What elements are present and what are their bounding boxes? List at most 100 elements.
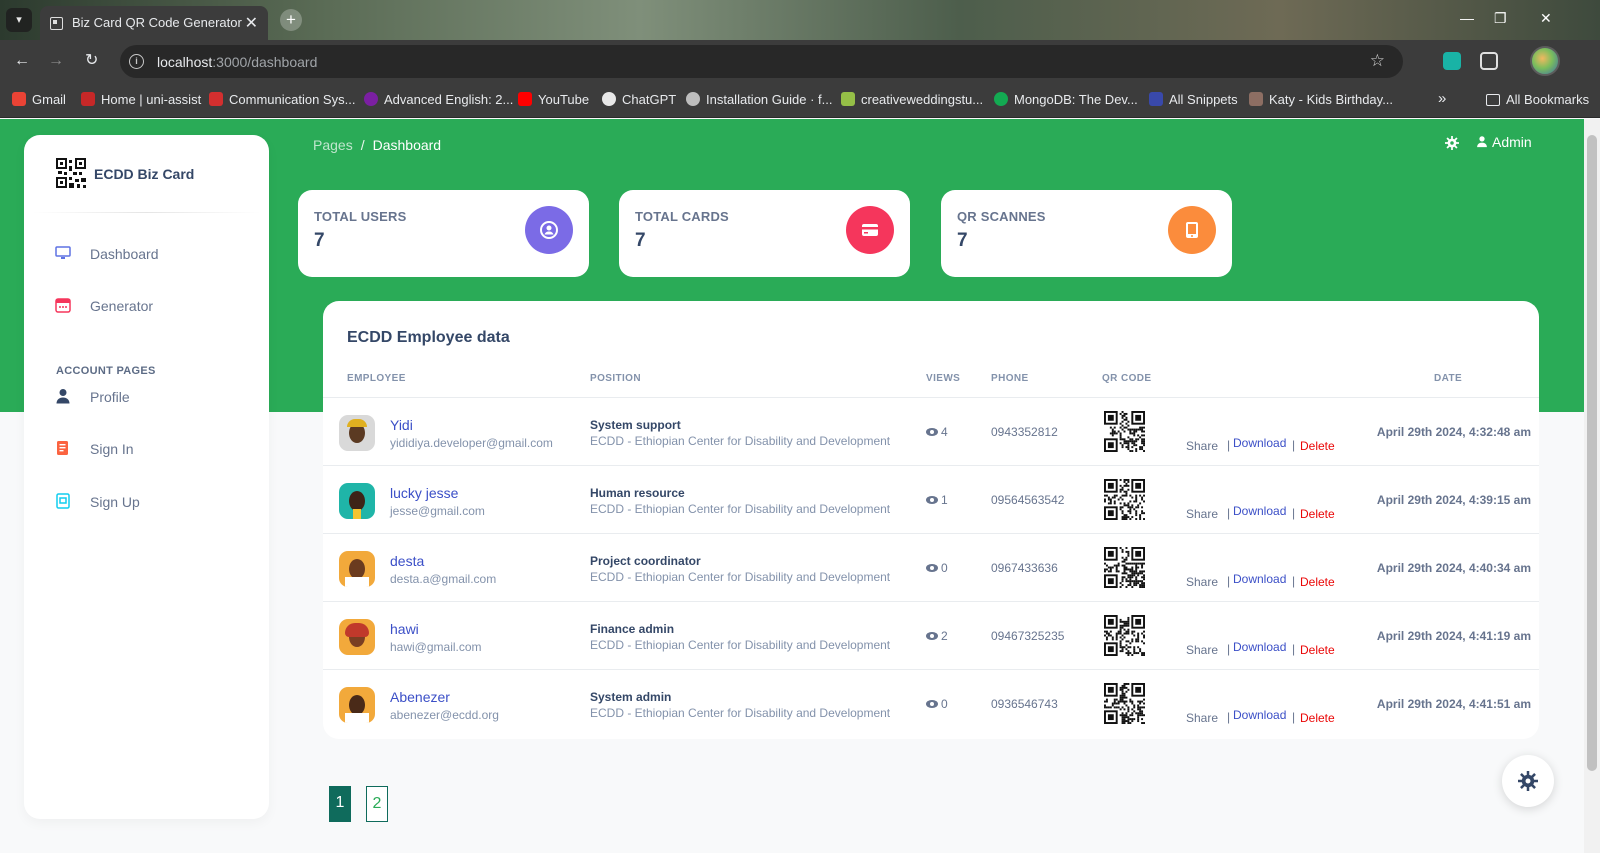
bookmark-label: Gmail	[32, 92, 66, 107]
column-header: DATE	[1434, 373, 1463, 384]
bookmark-item[interactable]: Installation Guide · f...	[686, 92, 832, 107]
download-button[interactable]: Download	[1233, 436, 1286, 450]
delete-button[interactable]: Delete	[1300, 711, 1335, 725]
download-button[interactable]: Download	[1233, 708, 1286, 722]
employee-email: yididiya.developer@gmail.com	[390, 436, 553, 450]
column-header: VIEWS	[926, 373, 961, 384]
bookmark-item[interactable]: Advanced English: 2...	[364, 92, 513, 107]
tab-search-button[interactable]: ▾	[6, 8, 32, 32]
credit-card-icon	[846, 206, 894, 254]
bookmark-star-icon[interactable]: ☆	[1370, 51, 1385, 71]
employee-name-link[interactable]: hawi	[390, 621, 419, 637]
url-path: :3000/dashboard	[212, 54, 318, 70]
page-scrollbar[interactable]	[1584, 119, 1600, 853]
url-text[interactable]: localhost:3000/dashboard	[157, 54, 317, 70]
pagination-page-1[interactable]: 1	[329, 786, 351, 822]
download-button[interactable]: Download	[1233, 572, 1286, 586]
reload-icon[interactable]: ↻	[85, 52, 98, 70]
app-viewport: ECDD Biz Card Dashboard Generator ACCOUN…	[0, 119, 1600, 853]
uni-assist-icon	[81, 92, 95, 106]
delete-button[interactable]: Delete	[1300, 439, 1335, 453]
delete-button[interactable]: Delete	[1300, 575, 1335, 589]
sidebar-item-generator[interactable]: Generator	[24, 286, 269, 326]
extension-icon[interactable]	[1443, 52, 1461, 70]
avatar	[339, 483, 375, 519]
column-header: EMPLOYEE	[347, 373, 406, 384]
restore-icon[interactable]: ❐	[1494, 10, 1507, 27]
bookmark-item[interactable]: Home | uni-assist	[81, 92, 201, 107]
share-button[interactable]: Share	[1186, 711, 1218, 725]
address-bar[interactable]: i localhost:3000/dashboard ☆	[120, 45, 1403, 78]
extensions-puzzle-icon[interactable]	[1480, 52, 1498, 70]
employee-name-link[interactable]: Yidi	[390, 417, 413, 433]
back-arrow-icon[interactable]: ←	[14, 52, 30, 70]
position-org: ECDD - Ethiopian Center for Disability a…	[590, 502, 891, 516]
eye-icon	[926, 564, 938, 572]
delete-button[interactable]: Delete	[1300, 643, 1335, 657]
employee-name-link[interactable]: Abenezer	[390, 689, 450, 705]
views-value: 2	[941, 629, 948, 643]
phone-number: 09564563542	[991, 493, 1065, 507]
profile-avatar[interactable]	[1530, 46, 1560, 76]
employee-name-link[interactable]: desta	[390, 553, 424, 569]
share-button[interactable]: Share	[1186, 643, 1218, 657]
row-actions: Share | Download | Delete	[1172, 534, 1356, 602]
action-separator: |	[1227, 438, 1231, 452]
bookmark-item[interactable]: YouTube	[518, 92, 589, 107]
share-button[interactable]: Share	[1186, 575, 1218, 589]
scrollbar-thumb[interactable]	[1587, 135, 1597, 771]
site-info-icon[interactable]: i	[129, 54, 144, 69]
tab-title: Biz Card QR Code Generator	[72, 15, 242, 30]
admin-user-menu[interactable]: Admin	[1476, 134, 1532, 150]
window-close-icon[interactable]: ✕	[1540, 10, 1552, 27]
bookmark-item[interactable]: creativeweddingstu...	[841, 92, 983, 107]
all-bookmarks-folder[interactable]: All Bookmarks	[1486, 92, 1589, 107]
breadcrumb-separator: /	[360, 137, 365, 153]
sidebar-item-sign-up[interactable]: Sign Up	[24, 482, 269, 522]
breadcrumb-pages-link[interactable]: Pages	[313, 137, 353, 153]
tablet-icon	[1168, 206, 1216, 254]
floating-settings-button[interactable]	[1502, 755, 1554, 807]
stat-value: 7	[314, 230, 325, 251]
pagination-page-2[interactable]: 2	[366, 786, 388, 822]
minimize-icon[interactable]: —	[1460, 10, 1474, 26]
sidebar-item-profile[interactable]: Profile	[24, 377, 269, 417]
download-button[interactable]: Download	[1233, 640, 1286, 654]
bookmark-item[interactable]: MongoDB: The Dev...	[994, 92, 1138, 107]
sidebar-item-label: Profile	[90, 389, 130, 405]
more-bookmarks-icon[interactable]: »	[1438, 90, 1446, 107]
communication-icon	[209, 92, 223, 106]
user-circle-icon	[525, 206, 573, 254]
qr-code-image	[1104, 547, 1145, 588]
share-button[interactable]: Share	[1186, 507, 1218, 521]
position-title: Project coordinator	[590, 554, 701, 568]
delete-button[interactable]: Delete	[1300, 507, 1335, 521]
position-org: ECDD - Ethiopian Center for Disability a…	[590, 706, 891, 720]
forward-arrow-icon[interactable]: →	[48, 52, 64, 70]
employee-name-link[interactable]: lucky jesse	[390, 485, 458, 501]
gmail-icon	[12, 92, 26, 106]
sidebar-item-sign-in[interactable]: Sign In	[24, 429, 269, 469]
settings-gear-icon[interactable]	[1445, 136, 1459, 150]
bookmark-item[interactable]: Gmail	[12, 92, 66, 107]
sidebar-item-dashboard[interactable]: Dashboard	[24, 234, 269, 274]
qr-logo-icon	[56, 158, 86, 188]
share-button[interactable]: Share	[1186, 439, 1218, 453]
employee-email: hawi@gmail.com	[390, 640, 482, 654]
bookmark-item[interactable]: ChatGPT	[602, 92, 676, 107]
tab-close-icon[interactable]: ✕	[245, 13, 258, 33]
sidebar: ECDD Biz Card Dashboard Generator ACCOUN…	[24, 135, 269, 819]
user-icon	[56, 389, 70, 404]
bookmark-item[interactable]: Katy - Kids Birthday...	[1249, 92, 1393, 107]
bookmark-item[interactable]: All Snippets	[1149, 92, 1238, 107]
views-value: 4	[941, 425, 948, 439]
bookmark-item[interactable]: Communication Sys...	[209, 92, 355, 107]
views-value: 0	[941, 697, 948, 711]
download-button[interactable]: Download	[1233, 504, 1286, 518]
new-tab-button[interactable]: +	[280, 9, 302, 31]
employee-email: abenezer@ecdd.org	[390, 708, 499, 722]
browser-tab-active[interactable]: Biz Card QR Code Generator ✕	[40, 6, 268, 40]
table-row: Yidi yididiya.developer@gmail.com System…	[323, 397, 1539, 466]
bookmark-label: All Snippets	[1169, 92, 1238, 107]
bookmark-label: Katy - Kids Birthday...	[1269, 92, 1394, 107]
